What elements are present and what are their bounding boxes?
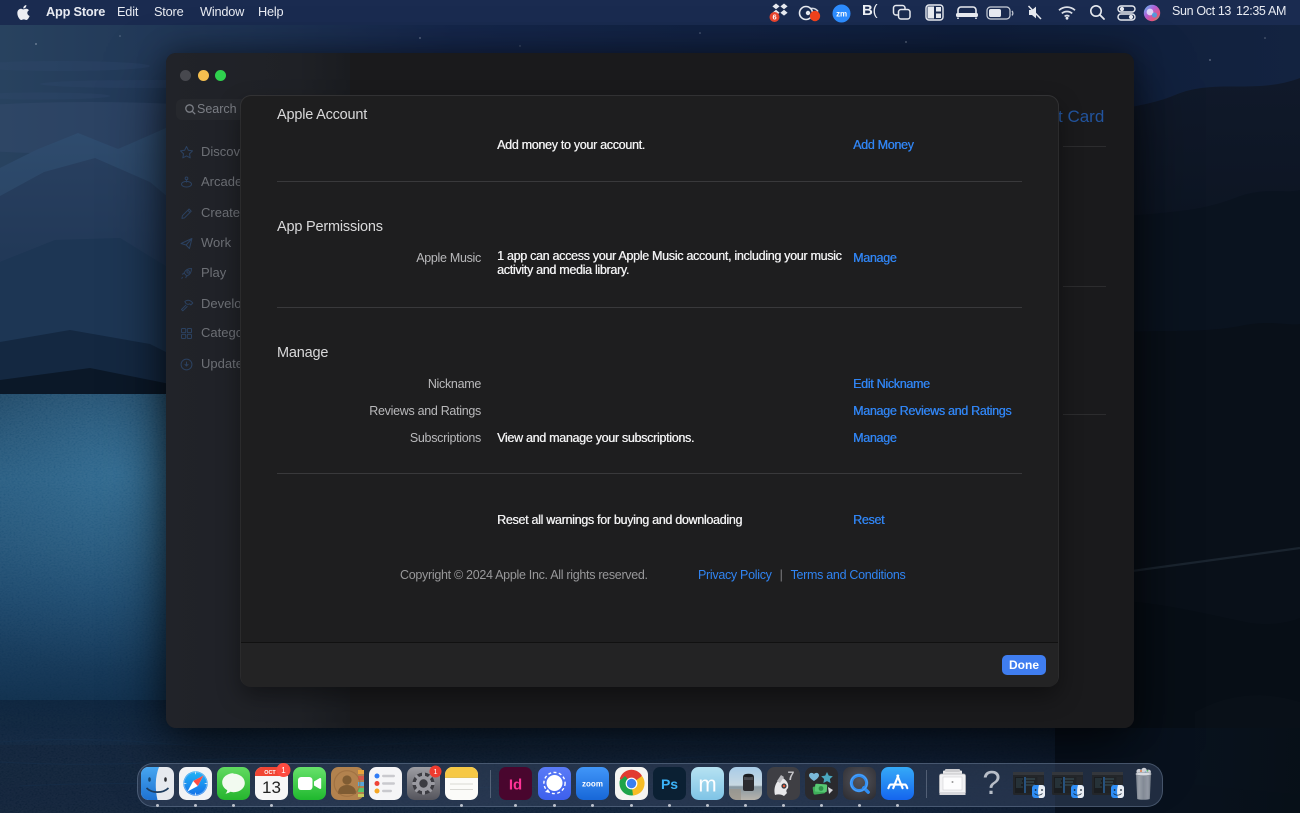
svg-text:Id: Id [509,777,522,794]
svg-text:zoom: zoom [582,780,603,789]
svg-text:13: 13 [262,778,281,797]
svg-text:?: ? [982,764,1000,801]
svg-text:zm: zm [836,9,847,18]
svg-text:m: m [698,772,716,797]
svg-text:6: 6 [773,13,777,22]
svg-text:1: 1 [281,766,286,775]
svg-text:1: 1 [433,767,437,776]
svg-text:Ps: Ps [661,776,678,792]
svg-text:7: 7 [787,769,794,783]
svg-text:OCT: OCT [264,770,276,776]
